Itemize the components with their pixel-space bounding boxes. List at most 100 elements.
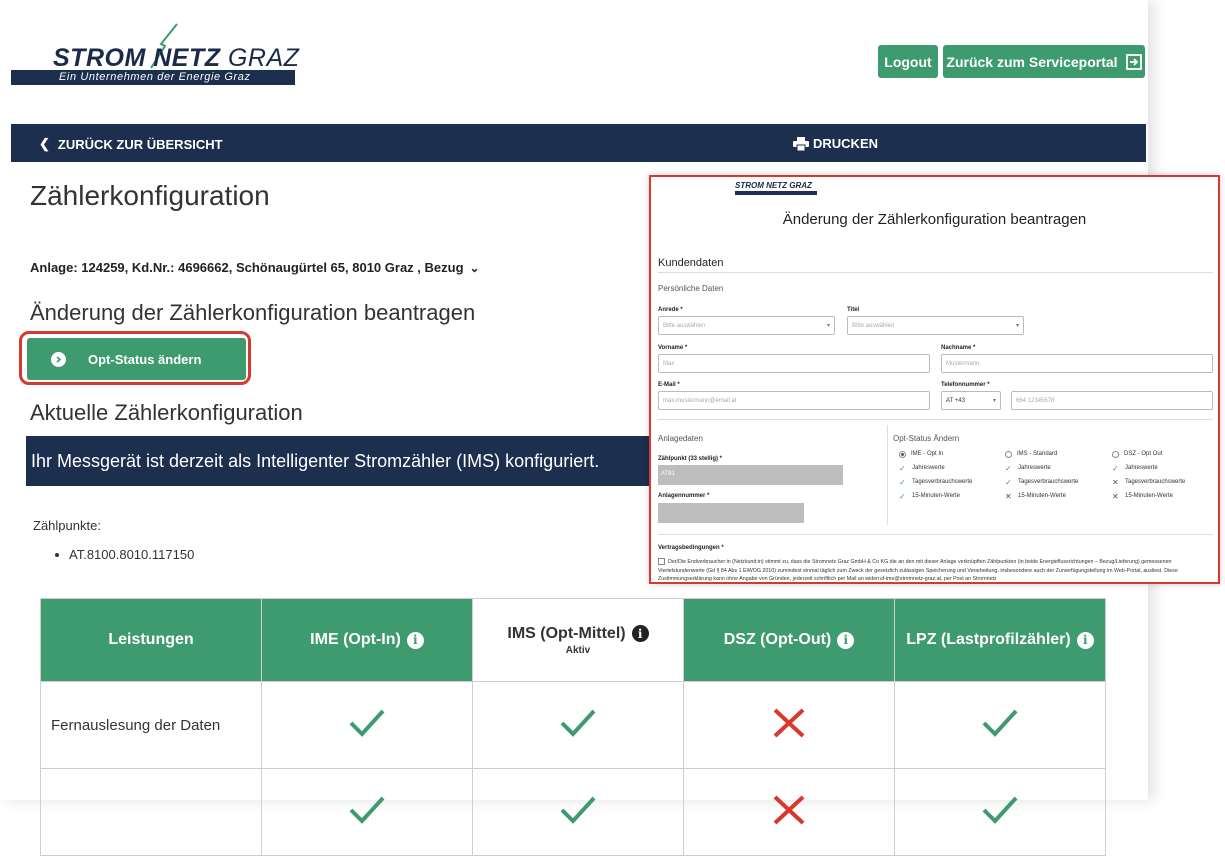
chevron-left-icon: ❮ <box>39 136 50 151</box>
option-label: DSZ - Opt Out <box>1124 451 1163 457</box>
feature-label: Jahreswerte <box>1125 465 1158 471</box>
terms-body: Der/Die Endverbraucher:in (Netzkund:in) … <box>658 559 1178 582</box>
option-radio-row[interactable]: DSZ - Opt Out <box>1112 447 1185 461</box>
banner-text: Ihr Messgerät ist derzeit als Intelligen… <box>31 450 600 471</box>
current-config-heading: Aktuelle Zählerkonfiguration <box>30 400 303 425</box>
logout-label: Logout <box>884 53 932 70</box>
config-status-banner: Ihr Messgerät ist derzeit als Intelligen… <box>26 436 666 486</box>
anlage-text: Anlage: 124259, Kd.Nr.: 4696662, Schönau… <box>30 260 464 275</box>
chevron-right-circle-icon <box>51 351 66 367</box>
header-label: LPZ (Lastprofilzähler) <box>906 631 1071 648</box>
change-config-heading: Änderung der Zählerkonfiguration beantra… <box>30 300 476 325</box>
vertical-divider <box>887 425 888 525</box>
email-input[interactable]: max.mustermann@email.at <box>658 391 930 410</box>
info-icon[interactable]: i <box>631 625 649 642</box>
email-label: E-Mail * <box>658 382 680 388</box>
feature-row: ✕ Tagesverbrauchswerte <box>1112 475 1185 489</box>
zaehlpunkt-input[interactable]: AT81 <box>658 465 843 485</box>
stromnetz-graz-logo[interactable]: STROM NETZ GRAZ Ein Unternehmen der Ener… <box>11 22 299 86</box>
header-label: IMS (Opt-Mittel) <box>507 624 626 642</box>
feature-label: 15-Minuten-Werte <box>1018 493 1066 499</box>
info-icon[interactable]: i <box>406 631 424 649</box>
logout-button[interactable]: Logout <box>878 45 938 78</box>
country-code-select[interactable]: AT +43 ▾ <box>941 391 1001 410</box>
overlay-title: Änderung der Zählerkonfiguration beantra… <box>782 211 1087 228</box>
value-cell <box>683 681 895 769</box>
anrede-label: Anrede * <box>658 307 683 313</box>
option-ime[interactable]: IME - Opt In ✓ Jahreswerte ✓ Tagesverbrauchs… <box>899 447 972 503</box>
option-radio-row[interactable]: IME - Opt In <box>899 447 972 461</box>
radio-button[interactable] <box>899 450 906 458</box>
radio-button[interactable] <box>1112 450 1119 458</box>
info-icon[interactable]: i <box>837 631 855 649</box>
caret-down-icon: ▾ <box>992 398 996 404</box>
check-icon <box>560 796 596 824</box>
header-label: Leistungen <box>108 631 194 648</box>
header-ime: IME (Opt-In) i <box>261 598 473 682</box>
header-label: DSZ (Opt-Out) <box>723 631 832 648</box>
feature-row: ✓ Tagesverbrauchswerte <box>1005 475 1078 489</box>
back-to-overview-link[interactable]: ❮ ZURÜCK ZUR ÜBERSICHT <box>39 136 223 152</box>
info-icon[interactable]: i <box>1076 631 1094 649</box>
option-radio-row[interactable]: IMS - Standard <box>1005 447 1078 461</box>
chevron-down-icon: ⌄ <box>469 260 480 275</box>
cross-icon: ✕ <box>1112 491 1119 501</box>
feature-label: Tagesverbrauchswerte <box>1125 479 1186 485</box>
option-dsz[interactable]: DSZ - Opt Out ✓ Jahreswerte ✕ Tagesverbrauch… <box>1112 447 1185 503</box>
zaehlpunkt-value: AT.8100.8010.117150 <box>69 547 195 562</box>
nachname-input[interactable]: Mustermann <box>941 354 1213 373</box>
check-icon: ✓ <box>899 491 906 501</box>
country-code-value: AT +43 <box>946 398 965 404</box>
option-label: IMS - Standard <box>1017 451 1058 457</box>
kundendaten-heading: Kundendaten <box>658 257 724 269</box>
check-icon <box>982 796 1018 824</box>
value-cell <box>683 768 895 856</box>
value-cell <box>261 681 473 769</box>
feature-row: ✓ Tagesverbrauchswerte <box>899 475 972 489</box>
radio-button[interactable] <box>1005 450 1012 458</box>
overlay-logo: STROM NETZ GRAZ <box>735 181 817 199</box>
caret-down-icon: ▾ <box>1015 323 1019 329</box>
anrede-select[interactable]: Bitte auswählen ▾ <box>658 316 835 335</box>
terms-checkbox[interactable] <box>658 558 665 566</box>
anlage-selector[interactable]: Anlage: 124259, Kd.Nr.: 4696662, Schönau… <box>30 260 480 275</box>
check-icon: ✓ <box>1112 463 1119 473</box>
anlagennummer-input[interactable] <box>658 503 804 523</box>
active-badge: Aktiv <box>565 644 591 656</box>
feature-row: ✓ 15-Minuten-Werte <box>899 489 972 503</box>
divider <box>658 534 1213 535</box>
printer-icon <box>793 136 809 151</box>
cross-icon <box>773 708 805 737</box>
option-ims[interactable]: IMS - Standard ✓ Jahreswerte ✓ Tagesverbrauc… <box>1005 447 1078 503</box>
check-icon <box>349 796 385 824</box>
print-button[interactable]: DRUCKEN <box>793 136 878 151</box>
feature-row: ✓ Jahreswerte <box>1112 461 1185 475</box>
zaehlpunkt-label: Zählpunkt (33 stellig) * <box>658 456 723 462</box>
back-label: ZURÜCK ZUR ÜBERSICHT <box>57 136 223 152</box>
feature-label: Tagesverbrauchswerte <box>912 479 973 485</box>
option-label: IME - Opt In <box>911 451 944 457</box>
vorname-input[interactable]: Max <box>658 354 930 373</box>
header-leistungen: Leistungen <box>40 598 262 682</box>
row-label: Fernauslesung der Daten <box>40 681 262 769</box>
phone-input[interactable]: 664 12345678 <box>1011 391 1213 410</box>
header-dsz: DSZ (Opt-Out) i <box>683 598 895 682</box>
feature-row: ✕ 15-Minuten-Werte <box>1005 489 1078 503</box>
divider <box>658 419 1213 420</box>
row-label <box>40 768 262 856</box>
back-to-serviceportal-button[interactable]: Zurück zum Serviceportal <box>943 45 1145 78</box>
titel-select[interactable]: Bitte auswählen ▾ <box>847 316 1024 335</box>
header-label: IME (Opt-In) <box>310 631 401 648</box>
page-title: Zählerkonfiguration <box>30 180 270 211</box>
table-header-row: Leistungen IME (Opt-In) i IMS (Opt-Mittel… <box>40 598 1106 682</box>
change-opt-status-button[interactable]: Opt-Status ändern <box>27 338 246 380</box>
anlagennummer-label: Anlagennummer * <box>658 493 710 499</box>
feature-label: 15-Minuten-Werte <box>912 493 960 499</box>
terms-label: Vertragsbedingungen * <box>658 545 724 551</box>
header-lpz: LPZ (Lastprofilzähler) i <box>894 598 1106 682</box>
value-cell <box>894 681 1106 769</box>
check-icon <box>982 709 1018 737</box>
value-cell <box>472 681 684 769</box>
form-preview-overlay: STROM NETZ GRAZ Änderung der Zählerkonfi… <box>649 175 1220 584</box>
list-item: AT.8100.8010.117150 <box>55 547 194 562</box>
